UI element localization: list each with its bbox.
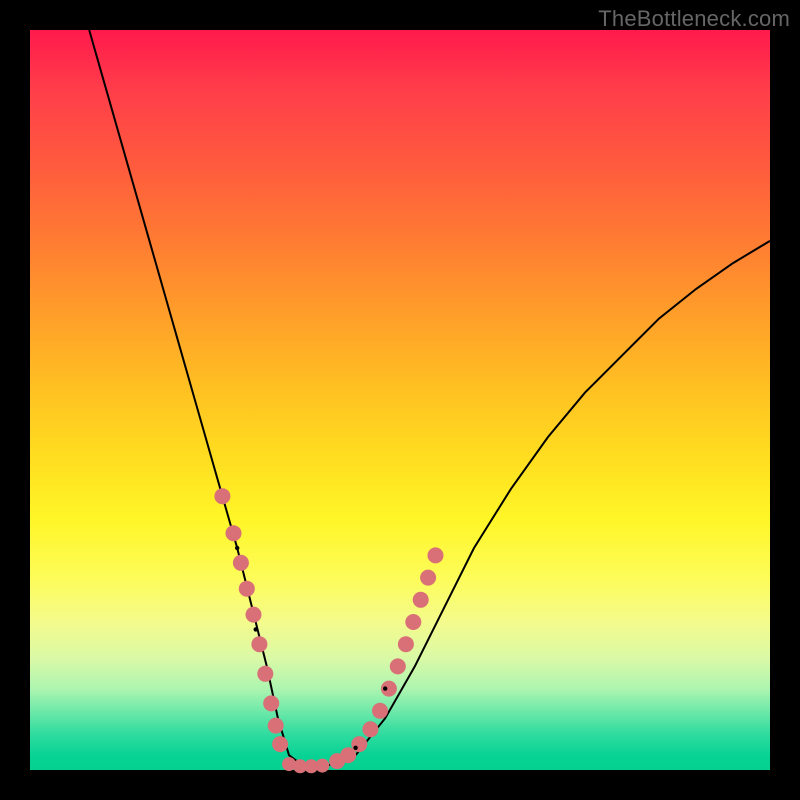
highlight-dot [315, 759, 329, 773]
curve-svg [30, 30, 770, 770]
highlight-dot [226, 525, 242, 541]
highlight-dot [405, 614, 421, 630]
highlight-dot [233, 555, 249, 571]
bottleneck-curve [89, 30, 770, 766]
curve-marker-dot [353, 746, 357, 750]
plot-gradient-area [30, 30, 770, 770]
highlight-dot [239, 581, 255, 597]
highlight-dot [268, 718, 284, 734]
curve-marker-dot [383, 686, 387, 690]
chart-frame: TheBottleneck.com [0, 0, 800, 800]
highlight-dot [246, 607, 262, 623]
highlight-dots-group [214, 488, 443, 773]
highlight-dot [251, 636, 267, 652]
curve-marker-dot [235, 546, 239, 550]
highlight-dot [390, 658, 406, 674]
highlight-dot [351, 736, 367, 752]
highlight-dot [420, 570, 436, 586]
watermark-text: TheBottleneck.com [598, 6, 790, 32]
highlight-dot [398, 636, 414, 652]
highlight-dot [372, 703, 388, 719]
highlight-dot [214, 488, 230, 504]
highlight-dot [362, 721, 378, 737]
curve-marker-dot [254, 627, 258, 631]
highlight-dot [272, 736, 288, 752]
highlight-dot [263, 695, 279, 711]
highlight-dot [428, 547, 444, 563]
highlight-dot [257, 666, 273, 682]
highlight-dot [413, 592, 429, 608]
